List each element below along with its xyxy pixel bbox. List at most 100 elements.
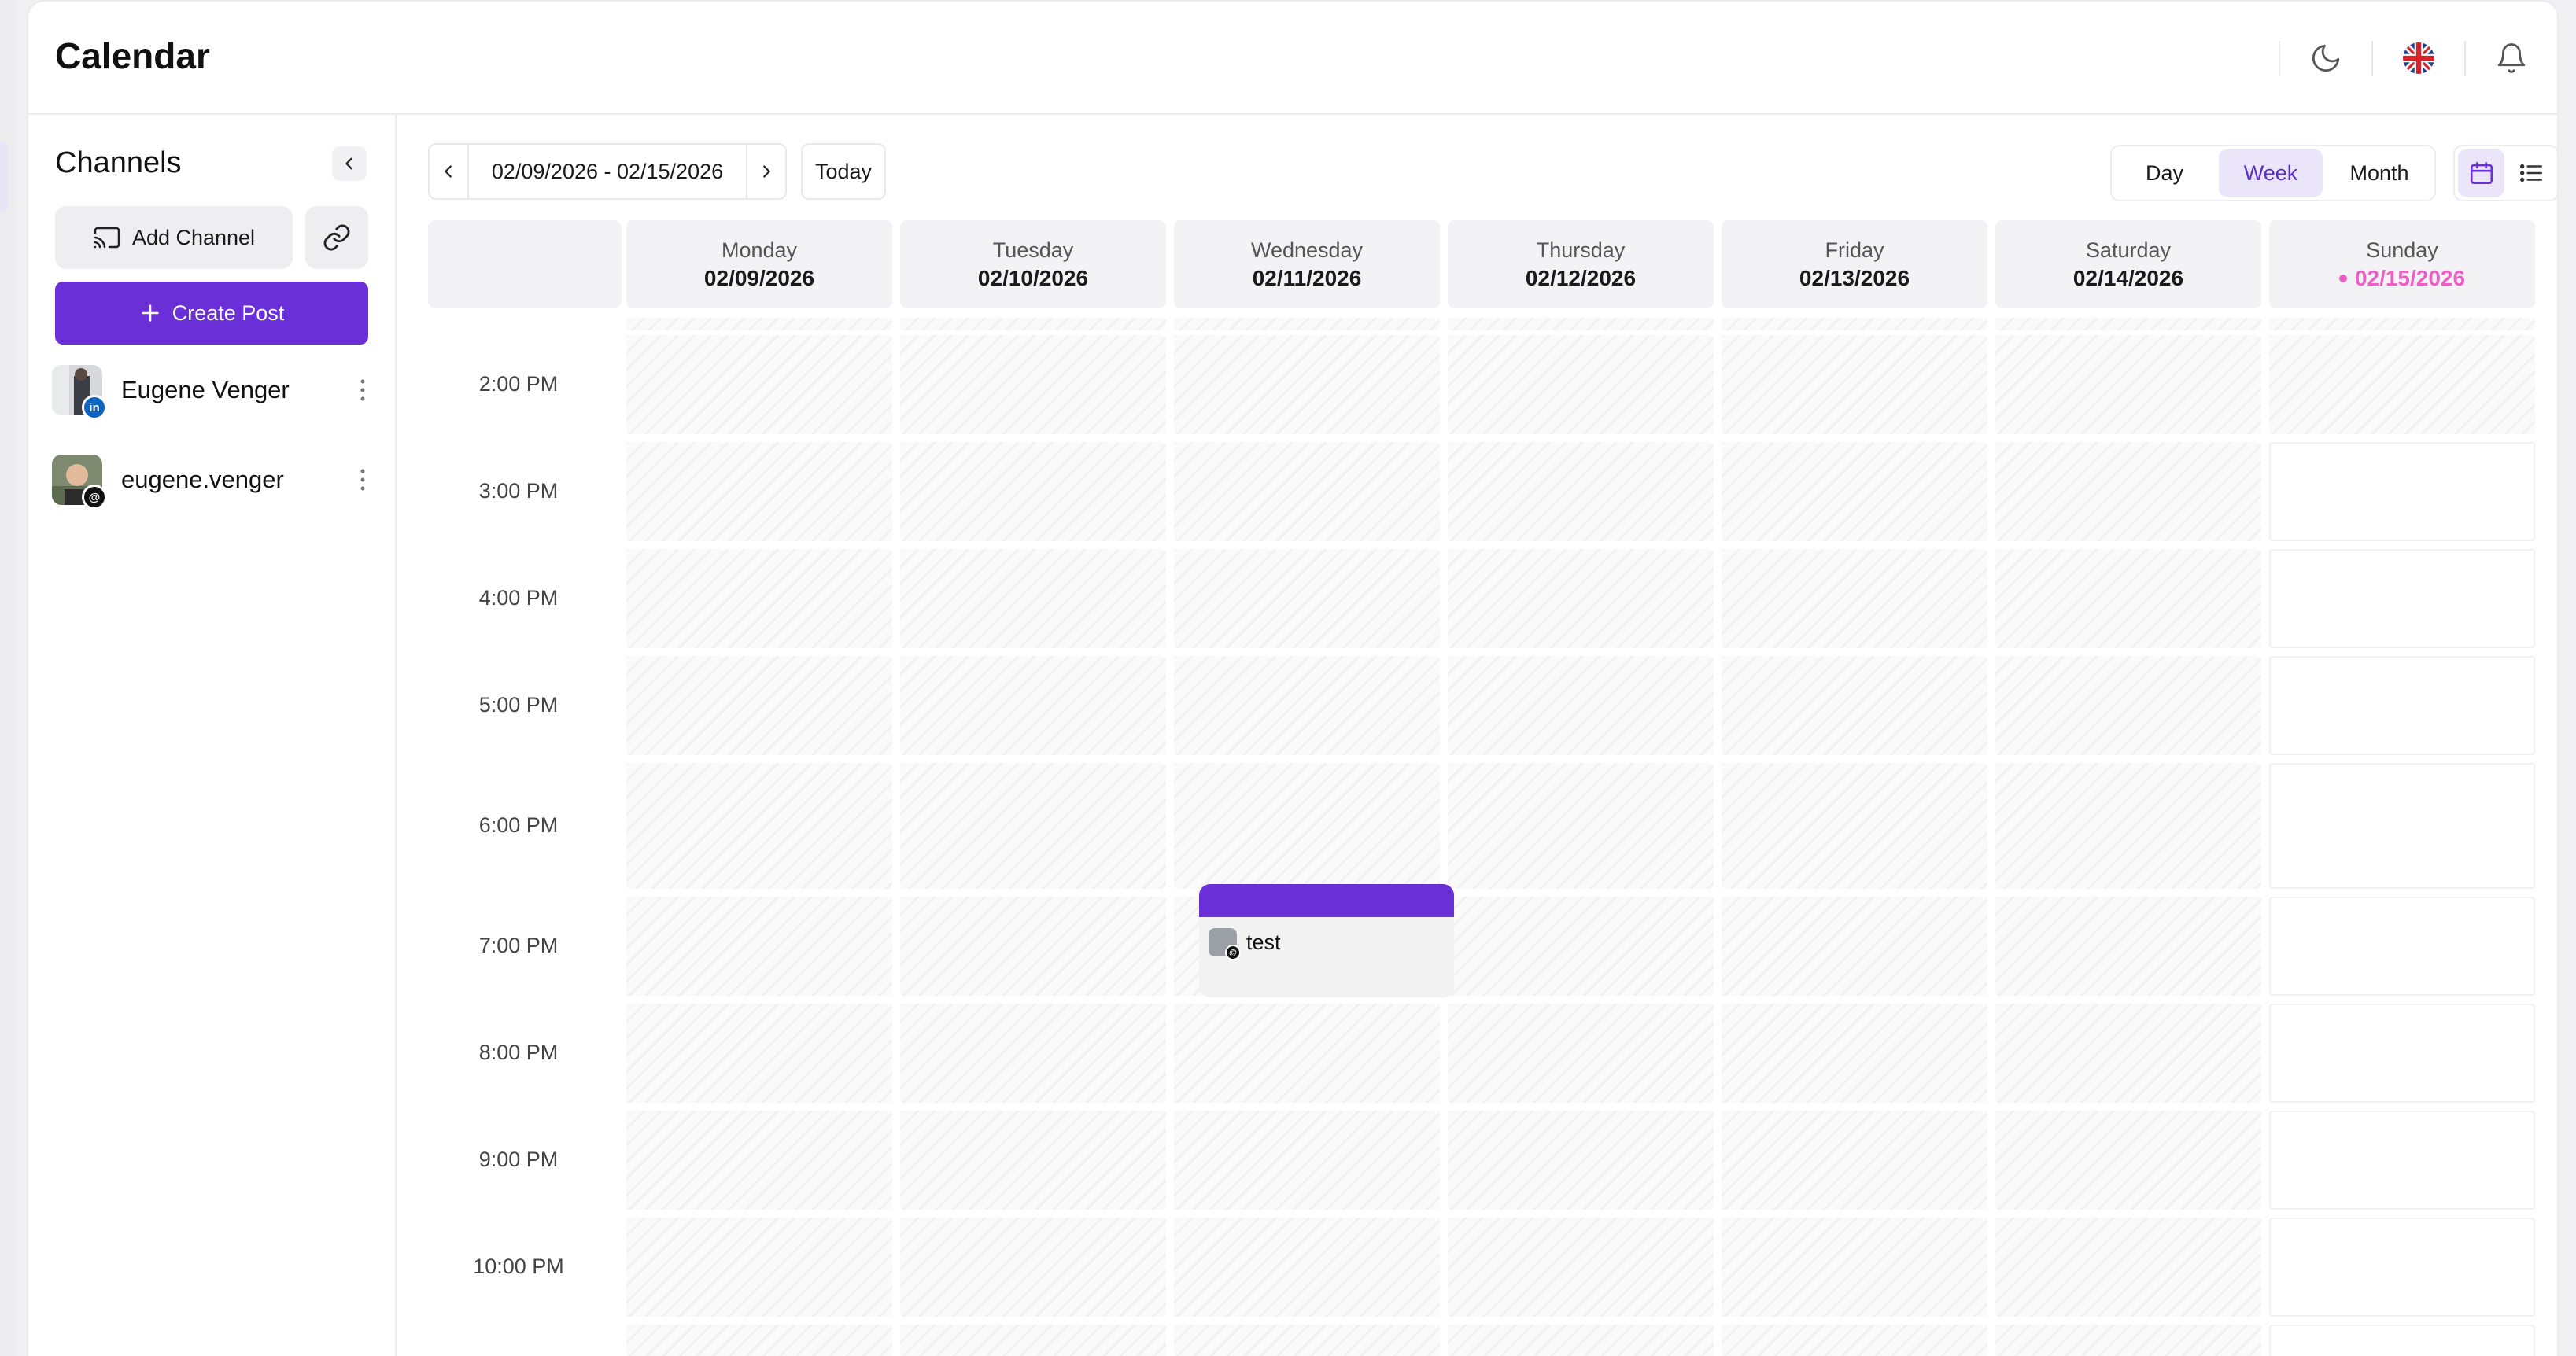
past-time-slot xyxy=(1995,549,2261,648)
past-time-slot xyxy=(1722,1218,1987,1317)
kebab-menu-icon xyxy=(360,469,365,491)
past-time-slot xyxy=(1722,897,1987,996)
past-time-slot xyxy=(2269,335,2535,434)
day-name: Tuesday xyxy=(992,238,1074,262)
kebab-menu-icon xyxy=(360,379,365,401)
past-time-slot xyxy=(2269,318,2535,330)
open-time-slot[interactable] xyxy=(2269,1004,2535,1103)
day-date: 02/10/2026 xyxy=(978,266,1088,291)
channel-item[interactable]: in Eugene Venger xyxy=(52,359,375,422)
calendar-view-button[interactable] xyxy=(2458,149,2504,197)
past-time-slot xyxy=(1448,1218,1714,1317)
top-actions xyxy=(2279,2,2557,115)
open-time-slot[interactable] xyxy=(2269,897,2535,996)
past-time-slot xyxy=(900,442,1166,541)
day-name: Monday xyxy=(721,238,798,262)
next-week-button[interactable] xyxy=(747,145,785,198)
today-indicator xyxy=(2338,274,2347,282)
past-time-slot xyxy=(1995,442,2261,541)
view-day-button[interactable]: Day xyxy=(2115,149,2214,197)
create-post-button[interactable]: Create Post xyxy=(55,282,368,345)
time-slot-label: 6:00 PM xyxy=(478,813,559,837)
list-view-button[interactable] xyxy=(2508,149,2554,197)
day-date-text: 02/09/2026 xyxy=(703,265,815,290)
left-edge-strip xyxy=(0,0,16,1356)
past-time-slot xyxy=(900,897,1166,996)
create-post-label: Create Post xyxy=(172,300,285,325)
past-time-slot xyxy=(1174,656,1440,755)
open-time-slot[interactable] xyxy=(2269,763,2535,889)
past-time-slot xyxy=(1448,335,1714,434)
plus-icon xyxy=(142,304,159,322)
calendar-icon xyxy=(2470,161,2493,185)
past-time-slot xyxy=(1995,318,2261,330)
past-time-slot xyxy=(1995,897,2261,996)
customer-link-button[interactable] xyxy=(305,206,368,269)
past-time-slot xyxy=(626,656,892,755)
app-window: Calendar Channels Add Channel Create Pos… xyxy=(27,0,2559,1356)
avatar: in xyxy=(52,365,107,420)
past-time-slot xyxy=(1448,1004,1714,1103)
theme-toggle-button[interactable] xyxy=(2280,2,2371,115)
time-slot-label: 5:00 PM xyxy=(478,693,559,717)
past-time-slot xyxy=(900,656,1166,755)
past-time-slot xyxy=(1722,1325,1987,1356)
past-time-slot xyxy=(1722,549,1987,648)
past-time-slot xyxy=(1174,763,1440,889)
today-button[interactable]: Today xyxy=(801,143,886,200)
day-name: Saturday xyxy=(2085,238,2172,262)
view-month-button[interactable]: Month xyxy=(2327,149,2431,197)
post-preview-card[interactable]: @ test xyxy=(1199,884,1454,997)
past-time-slot xyxy=(1174,1325,1440,1356)
channel-name: eugene.venger xyxy=(121,466,284,493)
open-time-slot[interactable] xyxy=(2269,1325,2535,1356)
open-time-slot[interactable] xyxy=(2269,1111,2535,1210)
channel-menu-button[interactable] xyxy=(351,460,375,499)
previous-week-button[interactable] xyxy=(430,145,467,198)
add-channel-label: Add Channel xyxy=(131,225,256,249)
past-time-slot xyxy=(1448,656,1714,755)
view-week-button[interactable]: Week xyxy=(2219,149,2323,197)
day-date: 02/13/2026 xyxy=(1799,266,1910,291)
past-time-slot xyxy=(1995,1004,2261,1103)
past-time-slot xyxy=(626,318,892,330)
avatar: @ xyxy=(52,455,107,510)
past-time-slot xyxy=(626,335,892,434)
past-time-slot xyxy=(1722,656,1987,755)
link-icon xyxy=(323,224,350,251)
sidebar-title: Channels xyxy=(55,146,182,179)
calendar-main: 02/09/2026 - 02/15/2026 Today Day Week M… xyxy=(398,115,2557,1356)
past-time-slot xyxy=(1174,442,1440,541)
linkedin-icon: in xyxy=(82,395,107,420)
past-time-slot xyxy=(1174,1111,1440,1210)
channel-item[interactable]: @ eugene.venger xyxy=(52,448,375,511)
collapse-sidebar-button[interactable] xyxy=(332,146,367,181)
past-time-slot xyxy=(1448,1111,1714,1210)
add-channel-button[interactable]: Add Channel xyxy=(55,206,293,269)
time-slot-label: 9:00 PM xyxy=(478,1148,559,1171)
day-date: 02/09/2026 xyxy=(704,266,814,291)
avatar: @ xyxy=(1209,928,1241,960)
past-time-slot xyxy=(1995,656,2261,755)
past-time-slot xyxy=(626,897,892,996)
past-time-slot xyxy=(900,1004,1166,1103)
moon-icon xyxy=(2312,44,2340,72)
past-time-slot xyxy=(1448,549,1714,648)
day-date: 02/11/2026 xyxy=(1253,266,1362,291)
past-time-slot xyxy=(1722,442,1987,541)
time-slot-label: 4:00 PM xyxy=(478,586,559,610)
channels-sidebar: Channels Add Channel Create Post in Euge… xyxy=(28,115,397,1356)
open-time-slot[interactable] xyxy=(2269,442,2535,541)
past-time-slot xyxy=(626,1218,892,1317)
edge-nav-indicator xyxy=(0,142,8,212)
channel-menu-button[interactable] xyxy=(351,370,375,410)
open-time-slot[interactable] xyxy=(2269,549,2535,648)
page-title: Calendar xyxy=(55,35,210,76)
past-time-slot xyxy=(900,1218,1166,1317)
date-range-label[interactable]: 02/09/2026 - 02/15/2026 xyxy=(467,145,747,198)
open-time-slot[interactable] xyxy=(2269,656,2535,755)
open-time-slot[interactable] xyxy=(2269,1218,2535,1317)
language-button[interactable] xyxy=(2373,2,2464,115)
notifications-button[interactable] xyxy=(2466,2,2557,115)
post-preview-bar xyxy=(1199,884,1454,917)
